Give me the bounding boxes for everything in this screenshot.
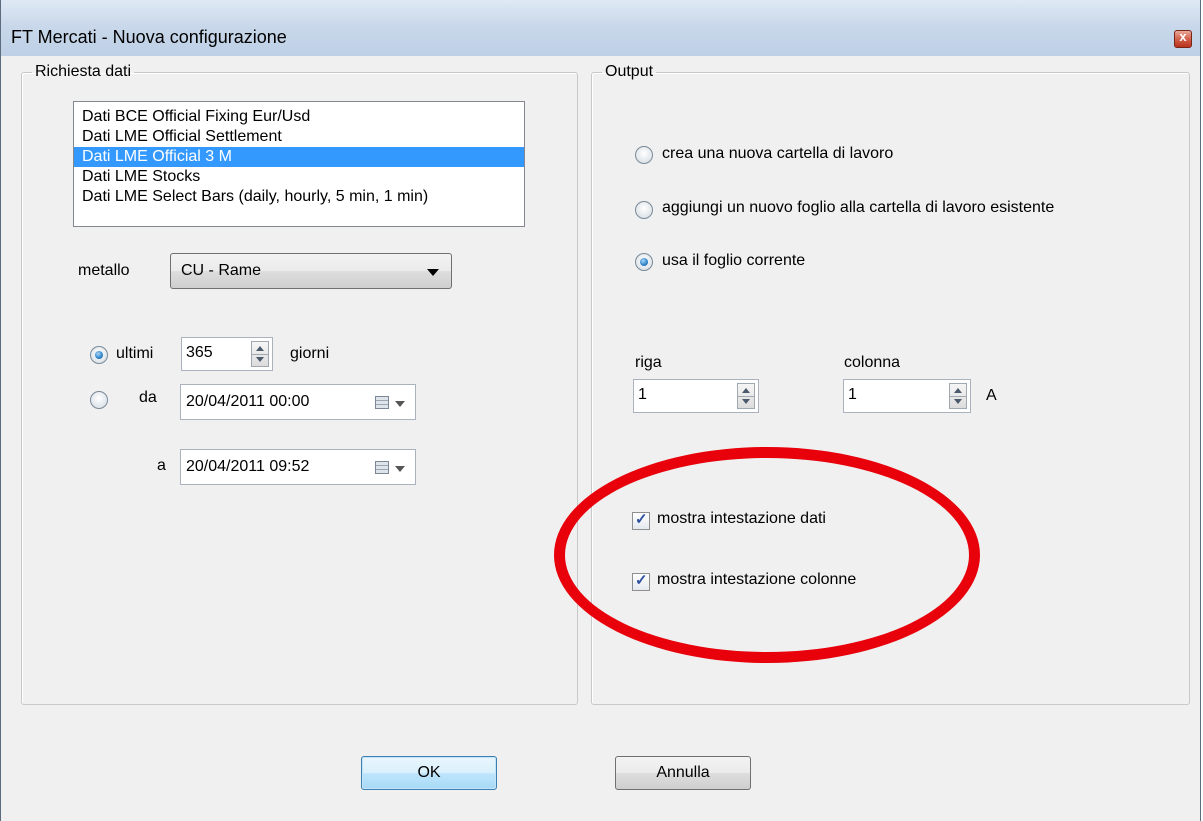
show-data-header-checkbox[interactable]: [632, 510, 650, 530]
window-title: FT Mercati - Nuova configurazione: [11, 27, 287, 47]
list-item[interactable]: Dati BCE Official Fixing Eur/Usd: [74, 107, 524, 127]
ok-button[interactable]: OK: [361, 756, 497, 790]
list-item[interactable]: Dati LME Select Bars (daily, hourly, 5 m…: [74, 187, 524, 207]
arrow-down-icon[interactable]: [742, 399, 750, 404]
column-label: colonna: [844, 354, 901, 371]
chevron-down-icon[interactable]: [395, 401, 405, 407]
last-days-radio[interactable]: [90, 346, 108, 364]
to-date-picker[interactable]: 20/04/2011 09:52: [180, 449, 416, 485]
column-value: 1: [848, 386, 857, 403]
stepper-buttons[interactable]: [251, 341, 269, 367]
to-date-value: 20/04/2011 09:52: [186, 458, 310, 475]
show-column-header-checkbox[interactable]: [632, 571, 650, 591]
arrow-down-icon[interactable]: [256, 357, 264, 362]
column-stepper[interactable]: 1: [843, 379, 971, 413]
list-item[interactable]: Dati LME Official Settlement: [74, 127, 524, 147]
from-date-picker[interactable]: 20/04/2011 00:00: [180, 384, 416, 420]
show-column-header-label[interactable]: mostra intestazione colonne: [657, 571, 856, 589]
current-sheet-radio[interactable]: [635, 253, 653, 271]
new-workbook-radio[interactable]: [635, 146, 653, 164]
from-date-value: 20/04/2011 00:00: [186, 393, 310, 410]
row-stepper[interactable]: 1: [633, 379, 759, 413]
close-icon: x: [1179, 29, 1187, 44]
data-type-listbox[interactable]: Dati BCE Official Fixing Eur/Usd Dati LM…: [73, 101, 525, 227]
last-days-stepper[interactable]: 365: [181, 337, 273, 371]
metal-dropdown-value: CU - Rame: [181, 262, 262, 279]
arrow-up-icon[interactable]: [954, 388, 962, 393]
new-workbook-label[interactable]: crea una nuova cartella di lavoro: [662, 145, 893, 163]
days-label: giorni: [290, 345, 330, 362]
metal-label: metallo: [78, 262, 130, 279]
from-label: da: [139, 389, 157, 406]
last-label: ultimi: [116, 345, 154, 362]
column-letter: A: [986, 387, 997, 404]
new-sheet-label[interactable]: aggiungi un nuovo foglio alla cartella d…: [662, 199, 1054, 217]
current-sheet-label[interactable]: usa il foglio corrente: [662, 252, 805, 270]
list-item-selected[interactable]: Dati LME Official 3 M: [74, 147, 524, 167]
arrow-up-icon[interactable]: [742, 388, 750, 393]
stepper-buttons[interactable]: [949, 383, 967, 409]
chevron-down-icon[interactable]: [395, 466, 405, 472]
cancel-button[interactable]: Annulla: [615, 756, 751, 790]
output-group-legend: Output: [605, 63, 654, 80]
last-days-value: 365: [186, 344, 213, 361]
request-group-legend: Richiesta dati: [35, 63, 132, 80]
stepper-buttons[interactable]: [737, 383, 755, 409]
row-label: riga: [635, 354, 662, 371]
new-sheet-radio[interactable]: [635, 201, 653, 219]
metal-dropdown[interactable]: CU - Rame: [170, 253, 452, 289]
list-item[interactable]: Dati LME Stocks: [74, 167, 524, 187]
chevron-down-icon: [427, 269, 439, 276]
show-data-header-label[interactable]: mostra intestazione dati: [657, 510, 826, 528]
arrow-down-icon[interactable]: [954, 399, 962, 404]
date-range-radio[interactable]: [90, 391, 108, 409]
arrow-up-icon[interactable]: [256, 346, 264, 351]
calendar-icon[interactable]: [375, 396, 389, 409]
row-value: 1: [638, 386, 647, 403]
close-button[interactable]: x: [1174, 29, 1192, 48]
calendar-icon[interactable]: [375, 461, 389, 474]
title-bar[interactable]: FT Mercati - Nuova configurazione x: [1, 0, 1200, 56]
to-label: a: [157, 457, 166, 474]
